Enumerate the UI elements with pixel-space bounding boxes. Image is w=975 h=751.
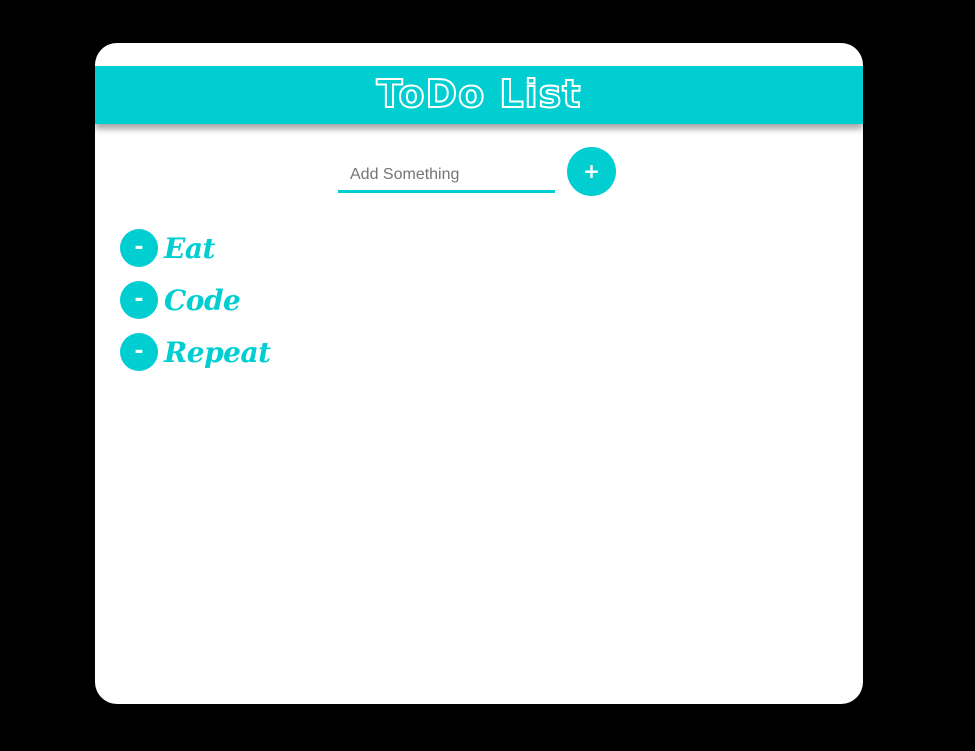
app-title: ToDo List <box>376 71 582 117</box>
todo-text: Repeat <box>164 335 271 369</box>
header-bar: ToDo List <box>95 66 863 124</box>
remove-todo-button[interactable]: - <box>120 281 158 319</box>
add-todo-form: + <box>338 147 618 196</box>
todo-text: Code <box>164 283 241 317</box>
todo-list: - Eat - Code - Repeat <box>120 229 271 385</box>
todo-card: ToDo List + - Eat - Code - Repeat <box>95 43 863 704</box>
add-todo-button[interactable]: + <box>567 147 616 196</box>
todo-item-repeat: - Repeat <box>120 333 271 371</box>
add-todo-input[interactable] <box>338 159 555 193</box>
remove-todo-button[interactable]: - <box>120 229 158 267</box>
remove-todo-button[interactable]: - <box>120 333 158 371</box>
todo-item-code: - Code <box>120 281 271 319</box>
todo-item-eat: - Eat <box>120 229 271 267</box>
todo-text: Eat <box>164 231 215 265</box>
